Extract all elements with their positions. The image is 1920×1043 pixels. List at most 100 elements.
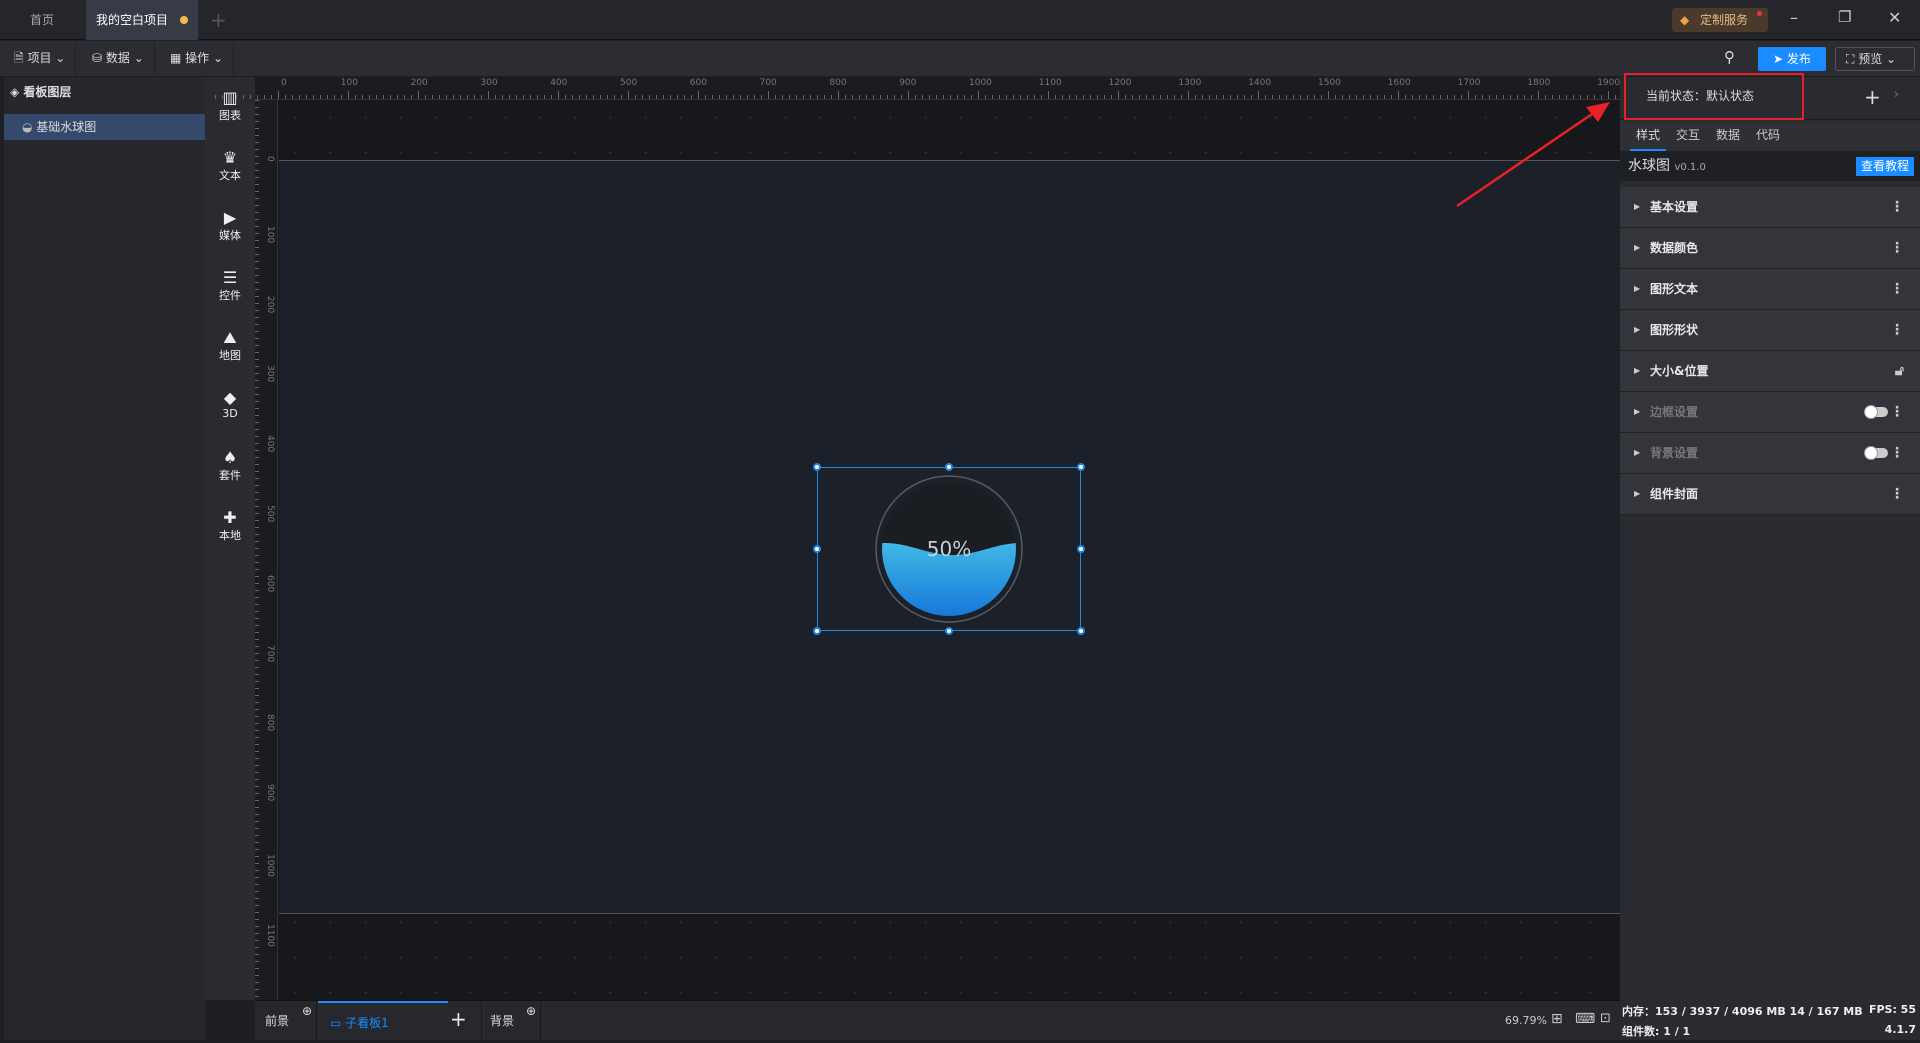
current-state[interactable]: 当前状态：默认状态	[1624, 73, 1804, 120]
tab-data[interactable]: 数据	[1710, 121, 1746, 151]
component-text[interactable]: ♛ 文本	[205, 149, 255, 183]
section-2[interactable]: ▶ 图形文本 ⋮	[1620, 269, 1920, 310]
ruler-tick	[1587, 95, 1588, 99]
foreground-tab[interactable]: 前景 ⊕	[255, 1001, 317, 1041]
ruler-tick	[255, 905, 259, 906]
section-0[interactable]: ▶ 基本设置 ⋮	[1620, 187, 1920, 228]
ruler-tick	[236, 95, 237, 99]
ruler-tick	[255, 450, 259, 451]
ruler-tick	[255, 800, 259, 801]
add-state-button[interactable]: +	[1864, 85, 1881, 109]
tutorial-button[interactable]: 查看教程	[1855, 157, 1914, 176]
component-control[interactable]: ☰ 控件	[205, 269, 255, 303]
ruler-tick	[803, 95, 804, 99]
chevron-right-icon[interactable]: ›	[1894, 87, 1899, 101]
toggle-switch[interactable]	[1864, 446, 1888, 460]
resize-handle[interactable]	[813, 463, 821, 471]
layer-item[interactable]: ◒ 基础水球图	[4, 114, 205, 140]
ruler-tick	[663, 95, 664, 99]
component-chart[interactable]: ▥ 图表	[205, 89, 255, 123]
restore-button[interactable]: ❐	[1838, 8, 1851, 26]
close-button[interactable]: ✕	[1888, 8, 1901, 27]
resize-handle[interactable]	[1077, 545, 1085, 553]
add-circle-icon[interactable]: ⊕	[526, 991, 536, 1031]
fit-screen-icon[interactable]: ⊞	[1551, 1011, 1563, 1027]
ruler-tick	[369, 95, 370, 99]
ruler-tick	[255, 100, 259, 101]
tab-home[interactable]: 首页	[0, 0, 84, 40]
ruler-tick	[1566, 95, 1567, 99]
tab-project[interactable]: 我的空白项目	[86, 0, 198, 40]
ruler-tick	[635, 95, 636, 99]
resize-handle[interactable]	[945, 627, 953, 635]
search-icon[interactable]: ⚲	[1724, 48, 1735, 66]
ruler-tick	[355, 95, 356, 99]
service-label: 定制服务	[1700, 13, 1749, 27]
keyboard-icon[interactable]: ⌨	[1575, 1011, 1595, 1027]
value-label: 50%	[927, 537, 971, 561]
ruler-tick	[255, 660, 259, 661]
ruler-tick	[255, 555, 259, 556]
background-tab[interactable]: 背景 ⊕	[481, 1001, 541, 1041]
minimize-button[interactable]: –	[1790, 8, 1798, 27]
component-cube[interactable]: ◆ 3D	[205, 389, 255, 421]
subboard-tab[interactable]: ▭ 子看板1	[318, 1001, 448, 1041]
custom-service-button[interactable]: ◆ 定制服务	[1672, 8, 1768, 32]
component-bar: ▥ 图表 ♛ 文本 ▶ 媒体 ☰ 控件 ⛰ 地图 ◆ 3D ♠ 套件 ✚ 本地	[205, 77, 255, 1000]
caret-right-icon: ▶	[1634, 325, 1641, 334]
component-kit[interactable]: ♠ 套件	[205, 449, 255, 483]
add-circle-icon[interactable]: ⊕	[302, 991, 312, 1031]
lock-icon[interactable]: 🔓︎	[1895, 351, 1904, 391]
more-icon[interactable]: ⋮	[1890, 392, 1904, 432]
component-label: 文本	[219, 169, 241, 182]
more-icon[interactable]: ⋮	[1890, 269, 1904, 309]
ruler-tick	[255, 275, 259, 276]
ruler-label: 600	[265, 574, 275, 592]
terminal-icon[interactable]: ⊡	[1600, 1011, 1611, 1026]
more-icon[interactable]: ⋮	[1890, 474, 1904, 514]
component-media[interactable]: ▶ 媒体	[205, 209, 255, 243]
ruler-top: 0 100 200 300 400 500 600 700 800 900 1000 1100 1200…	[215, 77, 1620, 100]
resize-handle[interactable]	[945, 463, 953, 471]
resize-handle[interactable]	[813, 545, 821, 553]
component-map[interactable]: ⛰ 地图	[205, 329, 255, 363]
ruler-tick	[255, 604, 259, 605]
ruler-tick	[453, 95, 454, 99]
more-icon[interactable]: ⋮	[1890, 228, 1904, 268]
section-3[interactable]: ▶ 图形形状 ⋮	[1620, 310, 1920, 351]
section-7[interactable]: ▶ 组件封面 ⋮	[1620, 474, 1920, 515]
ruler-tick	[362, 95, 363, 99]
selected-widget[interactable]: 50%	[813, 463, 1085, 635]
section-1[interactable]: ▶ 数据颜色 ⋮	[1620, 228, 1920, 269]
resize-handle[interactable]	[813, 627, 821, 635]
ruler-tick	[467, 95, 468, 99]
ruler-label: 700	[759, 78, 777, 88]
resize-handle[interactable]	[1077, 463, 1085, 471]
publish-button[interactable]: ➤ 发布	[1758, 47, 1826, 71]
tab-interaction[interactable]: 交互	[1670, 121, 1706, 151]
tab-code[interactable]: 代码	[1750, 121, 1786, 151]
resize-handle[interactable]	[1077, 627, 1085, 635]
section-5[interactable]: ▶ 边框设置 ⋮	[1620, 392, 1920, 433]
ruler-tick	[255, 562, 259, 563]
operate-menu[interactable]: ▦ 操作 ⌄	[160, 41, 235, 76]
ruler-tick	[255, 912, 259, 913]
tab-style[interactable]: 样式	[1630, 121, 1666, 151]
data-menu[interactable]: ⛁ 数据 ⌄	[82, 41, 155, 76]
more-icon[interactable]: ⋮	[1890, 433, 1904, 473]
preview-button[interactable]: ⛶ 预览 ⌄	[1835, 47, 1915, 71]
more-icon[interactable]: ⋮	[1890, 187, 1904, 227]
ruler-tick	[255, 198, 259, 199]
component-puzzle[interactable]: ✚ 本地	[205, 509, 255, 543]
ruler-label: 1600	[1387, 78, 1411, 88]
new-tab-button[interactable]: +	[210, 8, 227, 32]
zoom-level[interactable]: 69.79%	[1505, 1014, 1547, 1027]
more-icon[interactable]: ⋮	[1890, 310, 1904, 350]
toggle-switch[interactable]	[1864, 405, 1888, 419]
section-4[interactable]: ▶ 大小&位置 🔓︎	[1620, 351, 1920, 392]
add-board-button[interactable]: +	[450, 1007, 467, 1031]
ruler-tick	[1237, 95, 1238, 99]
section-6[interactable]: ▶ 背景设置 ⋮	[1620, 433, 1920, 474]
ruler-tick	[425, 95, 426, 99]
project-menu[interactable]: 🗎 项目 ⌄	[4, 41, 77, 76]
